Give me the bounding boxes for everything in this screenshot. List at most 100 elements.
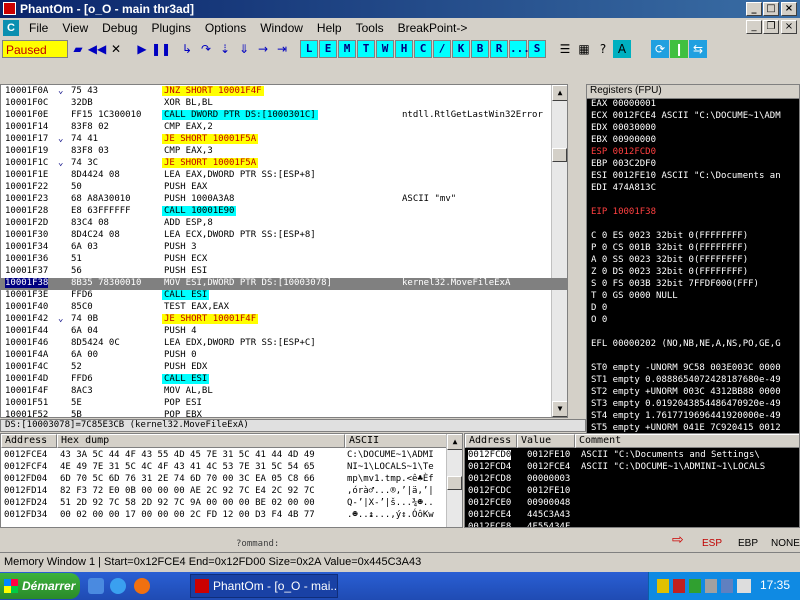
register-line[interactable]: T 0 GS 0000 NULL xyxy=(587,291,799,303)
register-line[interactable]: A 0 SS 0023 32bit 0(FFFFFFFF) xyxy=(587,255,799,267)
register-line[interactable]: EDI 474A813C xyxy=(587,183,799,195)
run-icon[interactable]: ▶ xyxy=(133,40,151,58)
disasm-row[interactable]: 10001F4F 8AC3 MOV AL,BL xyxy=(1,386,567,398)
menu-item-plugins[interactable]: Plugins xyxy=(145,21,198,35)
dump-scroll-up-icon[interactable]: ▲ xyxy=(447,434,462,450)
start-button[interactable]: Démarrer xyxy=(0,573,80,599)
register-line[interactable]: ST2 empty +UNORM 003C 4312BB88 0000 xyxy=(587,387,799,399)
taskbar-app-button[interactable]: PhantOm - [o_O - mai... xyxy=(190,574,338,598)
window-button-8[interactable]: K xyxy=(452,40,470,58)
dump-row[interactable]: 0012FCF4 4E 49 7E 31 5C 4C 4F 43 41 4C 53… xyxy=(1,462,446,473)
trace-over-icon[interactable]: ⇓ xyxy=(235,40,253,58)
disasm-row[interactable]: 10001F0C 32DB XOR BL,BL xyxy=(1,98,567,110)
register-line[interactable]: EDX 00030000 xyxy=(587,123,799,135)
window-button-9[interactable]: B xyxy=(471,40,489,58)
stack-row[interactable]: 0012FCD8 00000003 xyxy=(465,474,799,485)
register-line[interactable]: P 0 CS 001B 32bit 0(FFFFFFFF) xyxy=(587,243,799,255)
toggle-ebp[interactable]: EBP xyxy=(738,538,758,549)
window-button-11[interactable]: ... xyxy=(509,40,530,58)
register-line[interactable]: ESI 0012FE10 ASCII "C:\Documents an xyxy=(587,171,799,183)
appearance-icon[interactable]: ▦ xyxy=(575,40,593,58)
disasm-row[interactable]: 10001F23 68 A8A30010 PUSH 1000A3A8 ASCII "m… xyxy=(1,194,567,206)
dump-header-ascii[interactable]: ASCII xyxy=(345,434,447,448)
disasm-row[interactable]: 10001F52 5B POP EBX xyxy=(1,410,567,417)
disasm-row[interactable]: 10001F42 ⌄ 74 0B JE SHORT 10001F4F xyxy=(1,314,567,326)
internet-explorer-icon[interactable] xyxy=(110,578,126,594)
help-icon[interactable]: ? xyxy=(594,40,612,58)
menu-item-debug[interactable]: Debug xyxy=(95,21,144,35)
disasm-row[interactable]: 10001F28 E8 63FFFFFF CALL 10001E90 xyxy=(1,206,567,218)
disasm-row[interactable]: 10001F51 5E POP ESI xyxy=(1,398,567,410)
register-line[interactable]: ST1 empty 0.0888654072428187680e-49 xyxy=(587,375,799,387)
pause-icon[interactable]: ❚❚ xyxy=(151,40,171,58)
hex-dump-pane[interactable]: Address Hex dump ASCII ▲ 0012FCE4 43 3A 5… xyxy=(0,433,463,528)
options-icon[interactable]: ☰ xyxy=(556,40,574,58)
register-line[interactable]: EFL 00000202 (NO,NB,NE,A,NS,PO,GE,G xyxy=(587,339,799,351)
disasm-row[interactable]: 10001F34 6A 03 PUSH 3 xyxy=(1,242,567,254)
register-line[interactable]: ST3 empty 0.0192043854486470920e-49 xyxy=(587,399,799,411)
disasm-row[interactable]: 10001F0E FF15 1C300010 CALL DWORD PTR DS:[… xyxy=(1,110,567,122)
register-line[interactable]: S 0 FS 003B 32bit 7FFDF000(FFF) xyxy=(587,279,799,291)
step-into-icon[interactable]: ↳ xyxy=(178,40,196,58)
trace-into-icon[interactable]: ⇣ xyxy=(216,40,234,58)
plugin-icon[interactable]: ❙ xyxy=(670,40,688,58)
stack-pane[interactable]: Address Value Comment 0012FCD0 0012FE10 AS… xyxy=(464,433,800,528)
disasm-row[interactable]: 10001F4A 6A 00 PUSH 0 xyxy=(1,350,567,362)
disasm-row[interactable]: 10001F4D FFD6 CALL ESI xyxy=(1,374,567,386)
window-button-10[interactable]: R xyxy=(490,40,508,58)
step-over-icon[interactable]: ↷ xyxy=(197,40,215,58)
disasm-row[interactable]: 10001F46 8D5424 0C LEA EDX,DWORD PTR SS:[E… xyxy=(1,338,567,350)
stack-row[interactable]: 0012FCD0 0012FE10 ASCII "C:\Documents and … xyxy=(465,450,799,461)
disasm-row[interactable]: 10001F4C 52 PUSH EDX xyxy=(1,362,567,374)
dump-row[interactable]: 0012FD14 82 F3 72 E0 0B 00 00 00 AE 2C 92… xyxy=(1,486,446,497)
printer-icon[interactable] xyxy=(721,579,733,593)
close-button[interactable]: × xyxy=(781,2,797,16)
rewind-icon[interactable]: ◀◀ xyxy=(88,40,106,58)
register-line[interactable]: ECX 0012FCE4 ASCII "C:\DOCUME~1\ADM xyxy=(587,111,799,123)
disasm-row[interactable]: 10001F1C ⌄ 74 3C JE SHORT 10001F5A xyxy=(1,158,567,170)
open-icon[interactable]: ▰ xyxy=(69,40,87,58)
arrow-icon[interactable]: ⇨ xyxy=(672,532,688,548)
register-line[interactable]: C 0 ES 0023 32bit 0(FFFFFFFF) xyxy=(587,231,799,243)
security-icon[interactable] xyxy=(673,579,685,593)
firefox-icon[interactable] xyxy=(134,578,150,594)
register-line[interactable]: D 0 xyxy=(587,303,799,315)
disasm-row[interactable]: 10001F37 56 PUSH ESI xyxy=(1,266,567,278)
dump-scroll-thumb[interactable] xyxy=(447,476,462,490)
window-button-6[interactable]: C xyxy=(414,40,432,58)
dump-row[interactable]: 0012FD24 51 2D 92 7C 58 2D 92 7C 9A 00 00… xyxy=(1,498,446,509)
dump-header-address[interactable]: Address xyxy=(1,434,57,448)
network-icon[interactable] xyxy=(689,579,701,593)
dump-header-hex[interactable]: Hex dump xyxy=(57,434,345,448)
disasm-row[interactable]: 10001F38 8B35 78300010 MOV ESI,DWORD PTR D… xyxy=(1,278,567,290)
window-button-5[interactable]: H xyxy=(395,40,413,58)
window-button-0[interactable]: L xyxy=(300,40,318,58)
child-restore-button[interactable]: ❐ xyxy=(763,20,779,34)
stack-row[interactable]: 0012FCE4 445C3A43 xyxy=(465,510,799,521)
menu-item-window[interactable]: Window xyxy=(253,21,310,35)
child-close-button[interactable]: × xyxy=(781,20,797,34)
dump-scrollbar[interactable]: ▲ xyxy=(446,434,462,527)
go-to-icon[interactable]: ⇥ xyxy=(273,40,291,58)
menu-item-breakpoint[interactable]: BreakPoint-> xyxy=(391,21,475,35)
exit-icon[interactable]: ⇆ xyxy=(689,40,707,58)
stack-row[interactable]: 0012FCE0 00900048 xyxy=(465,498,799,509)
window-button-4[interactable]: W xyxy=(376,40,394,58)
vmware-icon[interactable] xyxy=(737,579,751,593)
menu-item-help[interactable]: Help xyxy=(310,21,349,35)
register-line[interactable] xyxy=(587,327,799,339)
register-line[interactable]: EAX 00000001 xyxy=(587,99,799,111)
disasm-row[interactable]: 10001F19 83F8 03 CMP EAX,3 xyxy=(1,146,567,158)
register-line[interactable]: ESP 0012FCD0 xyxy=(587,147,799,159)
close-file-icon[interactable]: ✕ xyxy=(107,40,125,58)
window-button-1[interactable]: E xyxy=(319,40,337,58)
splitter[interactable] xyxy=(569,84,586,419)
disasm-row[interactable]: 10001F22 50 PUSH EAX xyxy=(1,182,567,194)
dump-row[interactable]: 0012FD34 00 02 00 00 17 00 00 00 2C FD 12… xyxy=(1,510,446,521)
minimize-button[interactable]: _ xyxy=(746,2,762,16)
register-line[interactable]: EIP 10001F38 xyxy=(587,207,799,219)
disasm-row[interactable]: 10001F40 85C0 TEST EAX,EAX xyxy=(1,302,567,314)
disasm-row[interactable]: 10001F0A ⌄ 75 43 JNZ SHORT 10001F4F xyxy=(1,86,567,98)
register-line[interactable] xyxy=(587,195,799,207)
shield-icon[interactable] xyxy=(657,579,669,593)
